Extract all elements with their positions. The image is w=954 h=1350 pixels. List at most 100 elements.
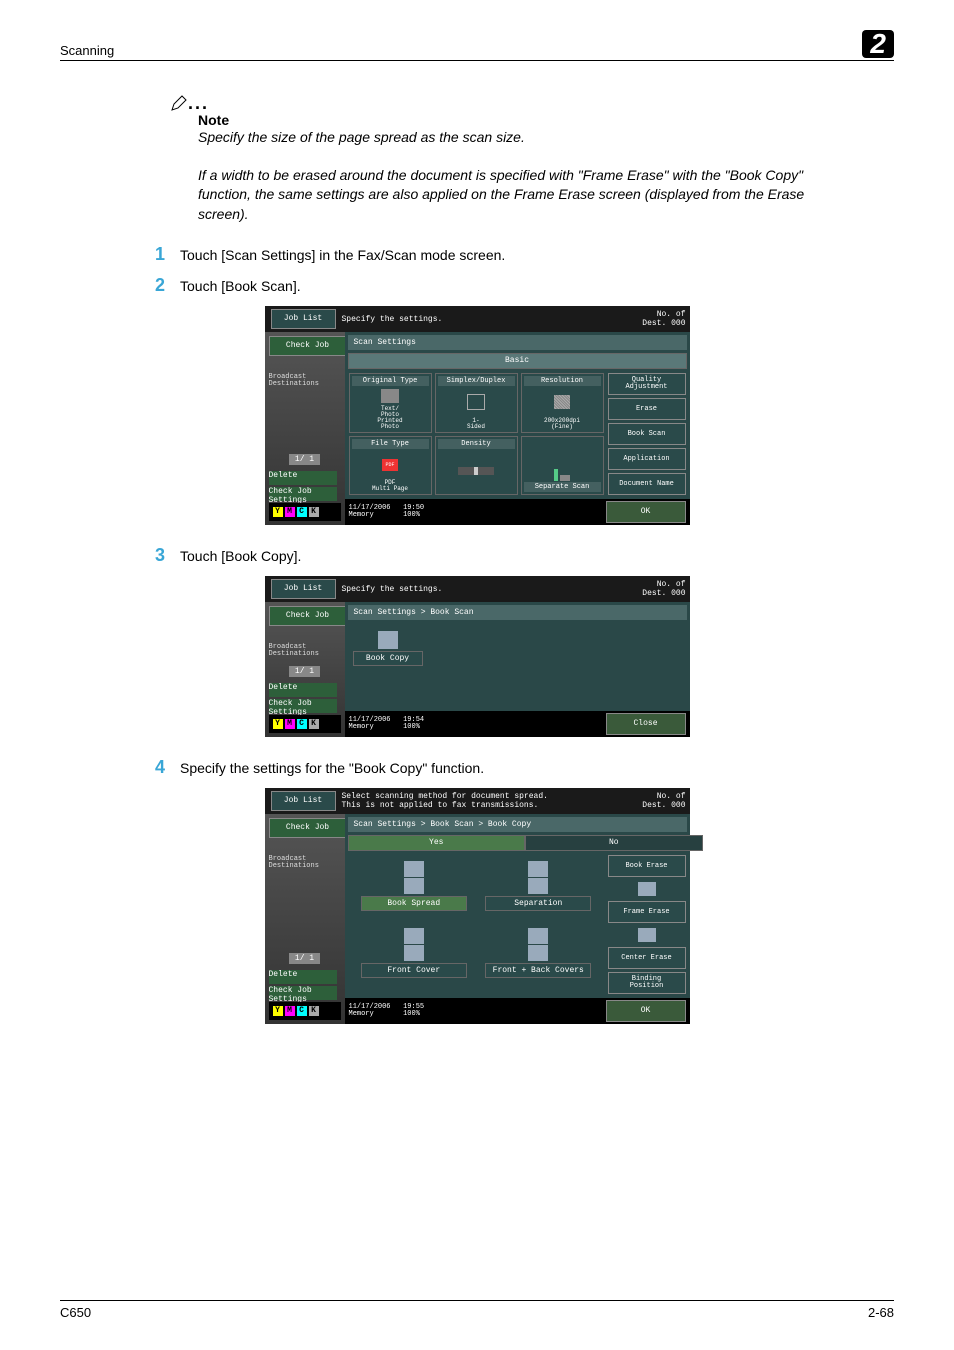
check-job-button[interactable]: Check Job — [269, 606, 347, 626]
book-scan-button[interactable]: Book Scan — [608, 423, 686, 445]
instruction-text: Select scanning method for document spre… — [336, 792, 643, 810]
book-copy-icon — [378, 631, 398, 649]
step-number: 2 — [155, 275, 180, 296]
job-list-button[interactable]: Job List — [271, 791, 336, 811]
broadcast-label: Broadcast Destinations — [269, 374, 341, 388]
breadcrumb: Scan Settings — [348, 335, 687, 350]
delete-button[interactable]: Delete — [269, 970, 337, 984]
toner-levels: YMCK — [269, 1002, 341, 1020]
step-4: 4 Specify the settings for the "Book Cop… — [155, 757, 894, 778]
check-job-settings-button[interactable]: Check Job Settings — [269, 986, 337, 1000]
screenshot-book-copy: Job List Select scanning method for docu… — [265, 788, 690, 1024]
close-button[interactable]: Close — [606, 713, 686, 735]
check-job-button[interactable]: Check Job — [269, 818, 347, 838]
step-number: 1 — [155, 244, 180, 265]
toner-m-icon: M — [285, 507, 295, 517]
book-spread-icon — [404, 861, 424, 877]
breadcrumb: Scan Settings > Book Scan > Book Copy — [348, 817, 687, 832]
screenshot-scan-settings: Job List Specify the settings. No. of De… — [265, 306, 690, 525]
ellipsis-icon: ... — [188, 93, 209, 113]
separation-button[interactable]: Separation — [479, 861, 598, 922]
separate-scan-button[interactable]: Separate Scan — [521, 436, 604, 496]
toner-k-icon: K — [309, 507, 319, 517]
note-block: ... Note Specify the size of the page sp… — [170, 91, 854, 224]
check-job-button[interactable]: Check Job — [269, 336, 347, 356]
center-erase-button[interactable]: Center Erase — [608, 947, 686, 969]
document-name-button[interactable]: Document Name — [608, 473, 686, 495]
density-bar-icon — [458, 467, 494, 475]
check-job-settings-button[interactable]: Check Job Settings — [269, 487, 337, 501]
front-cover-button[interactable]: Front Cover — [355, 928, 474, 989]
ok-button[interactable]: OK — [606, 1000, 686, 1022]
toner-levels: Y M C K — [269, 503, 341, 521]
simplex-duplex-button[interactable]: Simplex/Duplex 1- Sided — [435, 373, 518, 433]
step-number: 4 — [155, 757, 180, 778]
page-number: 2-68 — [868, 1305, 894, 1320]
product-model: C650 — [60, 1305, 91, 1320]
check-job-settings-button[interactable]: Check Job Settings — [269, 699, 337, 713]
note-title: Note — [198, 112, 854, 128]
toner-y-icon: Y — [273, 507, 283, 517]
job-list-button[interactable]: Job List — [271, 579, 336, 599]
left-panel: Check Job Broadcast Destinations 1/ 1 De… — [265, 332, 345, 525]
status-datetime: 11/17/2006 19:50 Memory 100% — [349, 505, 425, 519]
broadcast-label: Broadcast Destinations — [269, 856, 341, 870]
main-panel: Scan Settings > Book Scan Book Copy 11/1… — [345, 602, 690, 737]
pen-icon — [170, 94, 188, 112]
delete-button[interactable]: Delete — [269, 683, 337, 697]
resolution-icon — [554, 395, 570, 409]
toner-levels: YMCK — [269, 715, 341, 733]
step-1: 1 Touch [Scan Settings] in the Fax/Scan … — [155, 244, 894, 265]
delete-button[interactable]: Delete — [269, 471, 337, 485]
ok-button[interactable]: OK — [606, 501, 686, 523]
broadcast-label: Broadcast Destinations — [269, 644, 341, 658]
tab-no[interactable]: No — [525, 835, 703, 851]
pager: 1/ 1 — [269, 454, 341, 465]
note-text-2: If a width to be erased around the docum… — [198, 166, 854, 225]
erase-button[interactable]: Erase — [608, 398, 686, 420]
page-icon — [467, 394, 485, 410]
front-back-covers-button[interactable]: Front + Back Covers — [479, 928, 598, 989]
page-header: Scanning 2 — [60, 30, 894, 61]
original-type-button[interactable]: Original Type Text/ Photo Printed Photo — [349, 373, 432, 433]
resolution-button[interactable]: Resolution 200x200dpi (Fine) — [521, 373, 604, 433]
application-button[interactable]: Application — [608, 448, 686, 470]
main-panel: Scan Settings > Book Scan > Book Copy Ye… — [345, 814, 690, 1024]
front-cover-icon — [404, 928, 424, 944]
status-datetime: 11/17/2006 19:54 Memory 100% — [349, 717, 425, 731]
file-type-button[interactable]: File Type PDF PDF Multi Page — [349, 436, 432, 496]
quality-adjustment-button[interactable]: Quality Adjustment — [608, 373, 686, 395]
left-panel: Check Job Broadcast Destinations 1/ 1 De… — [265, 814, 345, 1024]
step-text: Touch [Scan Settings] in the Fax/Scan mo… — [180, 244, 505, 265]
separation-icon — [528, 861, 548, 877]
binding-position-button[interactable]: Binding Position — [608, 972, 686, 994]
frame-erase-button[interactable]: Frame Erase — [608, 901, 686, 923]
tab-yes[interactable]: Yes — [348, 835, 526, 851]
toner-c-icon: C — [297, 507, 307, 517]
note-text-1: Specify the size of the page spread as t… — [198, 128, 854, 148]
step-3: 3 Touch [Book Copy]. — [155, 545, 894, 566]
step-2: 2 Touch [Book Scan]. — [155, 275, 894, 296]
book-copy-button[interactable]: Book Copy — [353, 631, 423, 703]
dest-count: No. of Dest. 000 — [642, 792, 689, 810]
tab-basic[interactable]: Basic — [348, 353, 687, 369]
book-erase-button[interactable]: Book Erase — [608, 855, 686, 877]
left-panel: Check Job Broadcast Destinations 1/ 1 De… — [265, 602, 345, 737]
status-datetime: 11/17/2006 19:55 Memory 100% — [349, 1004, 425, 1018]
original-type-icon — [381, 389, 399, 403]
dest-count: No. of Dest. 000 — [642, 580, 689, 598]
front-back-covers-icon — [528, 928, 548, 944]
book-spread-button[interactable]: Book Spread — [355, 861, 474, 922]
frame-erase-icon — [638, 928, 656, 942]
job-list-button[interactable]: Job List — [271, 309, 336, 329]
main-panel: Scan Settings Basic Original Type Text/ … — [345, 332, 690, 525]
header-section: Scanning — [60, 43, 114, 58]
separate-scan-icon — [554, 467, 570, 481]
density-button[interactable]: Density — [435, 436, 518, 496]
chapter-number: 2 — [862, 30, 894, 58]
step-text: Touch [Book Scan]. — [180, 275, 301, 296]
breadcrumb: Scan Settings > Book Scan — [348, 605, 687, 620]
step-text: Touch [Book Copy]. — [180, 545, 301, 566]
step-text: Specify the settings for the "Book Copy"… — [180, 757, 484, 778]
step-number: 3 — [155, 545, 180, 566]
